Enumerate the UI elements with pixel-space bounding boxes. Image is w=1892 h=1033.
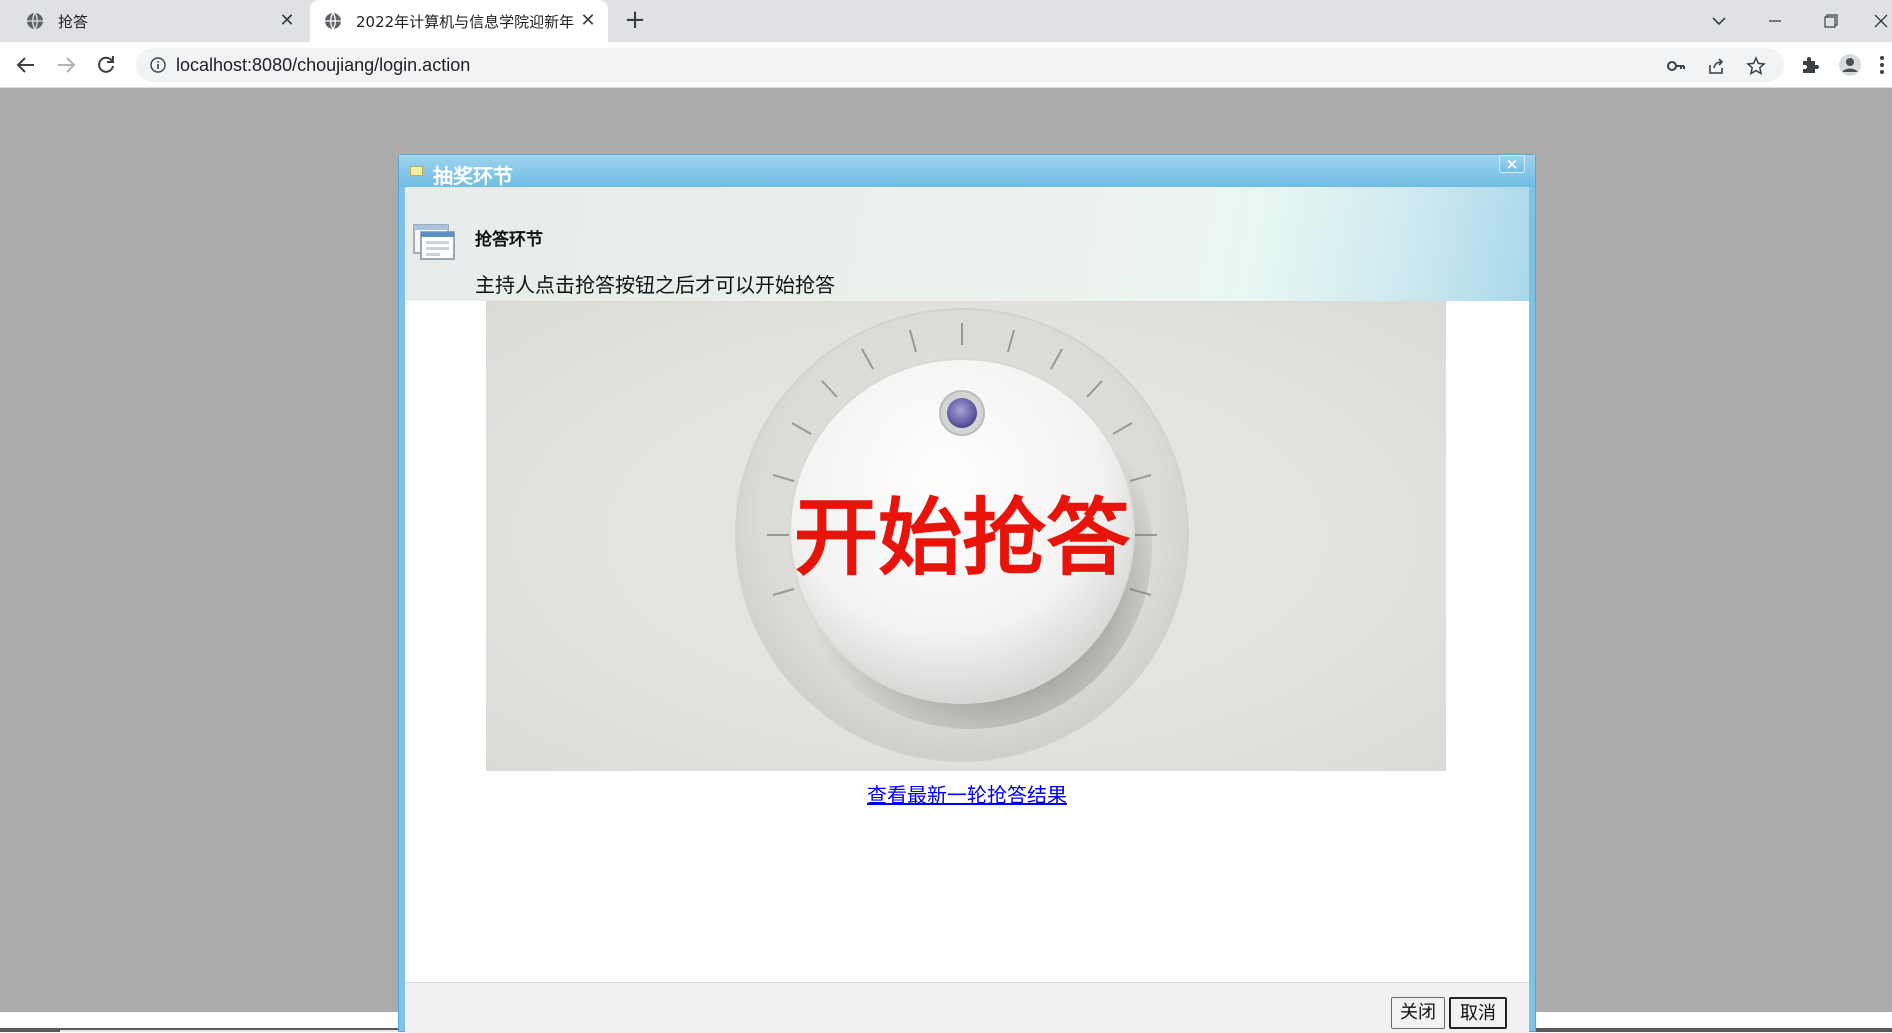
dialog-title: 抽奖环节 — [433, 164, 513, 188]
window-icon — [410, 166, 423, 176]
start-answer-button[interactable]: 开始抢答 — [732, 305, 1192, 765]
dialog-titlebar[interactable]: 抽奖环节 × — [399, 155, 1535, 188]
reload-button[interactable] — [92, 51, 120, 79]
puzzle-icon[interactable] — [1798, 53, 1822, 77]
back-button[interactable] — [12, 51, 40, 79]
url-text[interactable]: localhost:8080/choujiang/login.action — [176, 55, 470, 76]
globe-icon — [27, 12, 43, 30]
dialog-close-icon[interactable]: × — [1499, 155, 1525, 173]
arrow-right-icon — [58, 57, 76, 73]
share-icon[interactable] — [1706, 56, 1726, 76]
info-icon[interactable] — [150, 57, 166, 73]
globe-icon — [325, 12, 341, 30]
content-area: 开始抢答 查看最新一轮抢答结果 — [405, 301, 1529, 941]
tab-qiangda[interactable]: 抢答 ✕ — [12, 0, 307, 42]
tab-close-icon[interactable]: ✕ — [277, 11, 297, 31]
window-close-icon[interactable] — [1866, 6, 1892, 36]
start-button-label: 开始抢答 — [794, 489, 1131, 587]
close-button[interactable]: 关闭 — [1391, 997, 1445, 1029]
cancel-button[interactable]: 取消 — [1449, 997, 1507, 1029]
window-form-icon — [413, 224, 455, 260]
reload-icon — [98, 56, 114, 73]
dialog-body: 抢答环节 主持人点击抢答按钮之后才可以开始抢答 开始抢答 查看最新一轮抢答结果 … — [405, 187, 1529, 1033]
tab-active[interactable]: 2022年计算机与信息学院迎新年 ✕ — [310, 0, 608, 42]
lottery-dialog: 抽奖环节 × 抢答环节 主持人点击抢答按钮之后才可以开始抢答 开始抢答 查看最新… — [398, 154, 1536, 1033]
arrow-left-icon — [16, 57, 34, 73]
game-panel: 开始抢答 — [486, 301, 1446, 771]
latest-result-link[interactable]: 查看最新一轮抢答结果 — [405, 779, 1529, 808]
tab-title: 抢答 — [58, 12, 89, 31]
tab-strip: 抢答 ✕ 2022年计算机与信息学院迎新年 ✕ + — [0, 0, 1892, 42]
key-icon[interactable] — [1666, 56, 1686, 76]
tab-title: 2022年计算机与信息学院迎新年 — [356, 12, 574, 31]
profile-icon[interactable] — [1838, 53, 1862, 77]
kebab-menu-icon[interactable] — [1876, 53, 1888, 77]
address-bar[interactable]: localhost:8080/choujiang/login.action — [136, 48, 1784, 82]
header-description: 主持人点击抢答按钮之后才可以开始抢答 — [475, 273, 835, 297]
tab-close-icon[interactable]: ✕ — [578, 11, 598, 31]
minimize-icon[interactable] — [1760, 6, 1790, 36]
new-tab-button[interactable]: + — [622, 7, 648, 34]
header-title: 抢答环节 — [475, 230, 543, 250]
dialog-header: 抢答环节 主持人点击抢答按钮之后才可以开始抢答 — [405, 187, 1529, 301]
browser-toolbar: localhost:8080/choujiang/login.action — [0, 42, 1892, 88]
dialog-footer: 关闭 取消 — [405, 982, 1529, 1033]
restore-icon[interactable] — [1816, 6, 1846, 36]
star-icon[interactable] — [1746, 56, 1766, 76]
tab-search-icon[interactable] — [1704, 6, 1734, 36]
forward-button[interactable] — [52, 51, 80, 79]
